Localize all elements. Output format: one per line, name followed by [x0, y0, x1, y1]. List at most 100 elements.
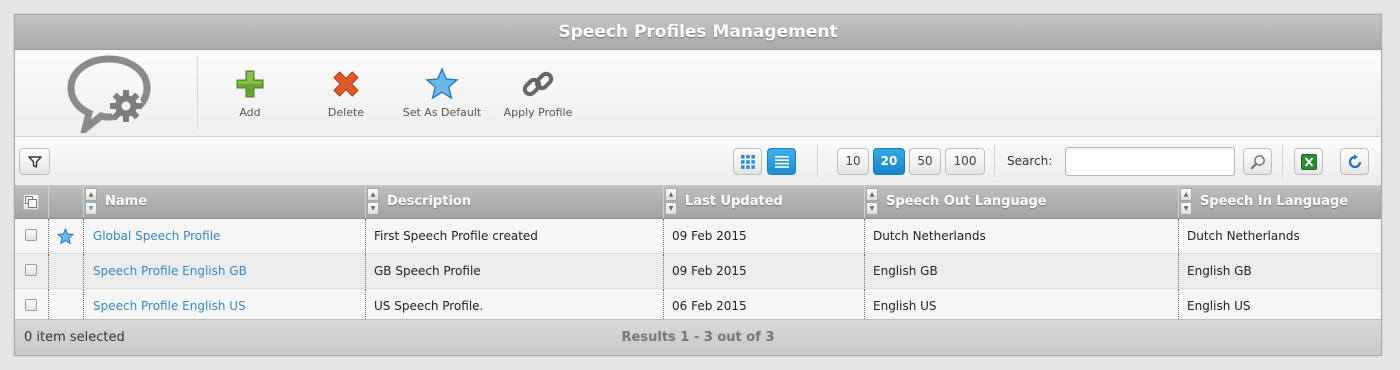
table-footer: 0 item selected Results 1 - 3 out of 3 [15, 319, 1381, 355]
select-all-button[interactable] [23, 194, 39, 210]
chain-link-icon [522, 71, 554, 97]
toolbar-divider [817, 145, 818, 177]
toolbar-divider [1282, 145, 1283, 177]
column-header-description[interactable]: Description [387, 186, 471, 218]
speech-out-sort-toggle[interactable]: ▲ ▼ [866, 188, 878, 216]
column-divider [83, 219, 84, 253]
grid-toolbar: 10 20 50 100 Search: [15, 137, 1381, 186]
column-header-speech-out-language[interactable]: Speech Out Language [886, 186, 1047, 218]
profile-name-link[interactable]: Speech Profile English GB [93, 254, 247, 288]
column-divider [864, 254, 865, 288]
delete-icon [333, 71, 359, 97]
column-header-name[interactable]: Name [105, 186, 147, 218]
refresh-icon [1348, 154, 1361, 168]
delete-button[interactable]: Delete [296, 66, 396, 119]
speech-out-cell: Dutch Netherlands [873, 229, 986, 243]
column-divider [48, 289, 49, 323]
sort-asc-icon: ▲ [866, 188, 878, 201]
page-size-50[interactable]: 50 [909, 148, 941, 175]
star-icon [425, 67, 459, 100]
column-divider [1178, 254, 1179, 288]
search-button[interactable] [1243, 148, 1272, 175]
page-size-100[interactable]: 100 [945, 148, 985, 175]
row-checkbox[interactable] [25, 229, 37, 241]
column-divider [663, 186, 664, 218]
results-summary: Results 1 - 3 out of 3 [621, 330, 775, 345]
panel-title: Speech Profiles Management [15, 15, 1381, 50]
page-size-20[interactable]: 20 [873, 148, 905, 175]
grid-view-button[interactable] [733, 148, 762, 175]
sort-desc-icon: ▼ [85, 202, 97, 215]
sort-desc-icon: ▼ [866, 202, 878, 215]
column-divider [365, 254, 366, 288]
apply-profile-label: Apply Profile [503, 106, 573, 119]
column-header-speech-in-language[interactable]: Speech In Language [1200, 186, 1348, 218]
filter-icon [27, 155, 42, 168]
column-divider [1178, 219, 1179, 253]
column-divider [663, 254, 664, 288]
magnifier-icon [1250, 154, 1265, 169]
profile-name-link[interactable]: Global Speech Profile [93, 219, 220, 253]
column-divider [83, 254, 84, 288]
grid-view-icon [740, 154, 755, 169]
column-divider [48, 219, 49, 253]
column-divider [83, 186, 84, 218]
add-icon [236, 70, 264, 98]
description-sort-toggle[interactable]: ▲ ▼ [367, 188, 379, 216]
apply-profile-button[interactable]: Apply Profile [488, 66, 588, 119]
refresh-button[interactable] [1340, 148, 1369, 175]
description-cell: US Speech Profile. [374, 299, 484, 313]
toolbar-divider [994, 145, 995, 177]
list-view-button[interactable] [767, 148, 796, 175]
toolbar-divider [197, 56, 198, 130]
page-size-10[interactable]: 10 [837, 148, 869, 175]
last-updated-sort-toggle[interactable]: ▲ ▼ [665, 188, 677, 216]
last-updated-cell: 09 Feb 2015 [672, 229, 747, 243]
search-input[interactable] [1065, 147, 1235, 176]
column-divider [1178, 289, 1179, 323]
table-row[interactable]: Speech Profile English GB GB Speech Prof… [15, 254, 1381, 289]
toolbar: Add Delete Set As Default Apply Profile [15, 50, 1381, 139]
table-header: ▲ ▼ Name ▲ ▼ Description ▲ ▼ Last Updated ▲… [15, 186, 1381, 219]
column-divider [48, 254, 49, 288]
column-divider [48, 186, 49, 218]
add-button-label: Add [239, 106, 261, 119]
sort-desc-icon: ▼ [367, 202, 379, 215]
column-divider [365, 219, 366, 253]
row-checkbox[interactable] [25, 299, 37, 311]
column-divider [1178, 186, 1179, 218]
column-divider [365, 289, 366, 323]
column-divider [83, 289, 84, 323]
table-row[interactable]: Global Speech Profile First Speech Profi… [15, 219, 1381, 254]
sort-asc-icon: ▲ [367, 188, 379, 201]
last-updated-cell: 06 Feb 2015 [672, 299, 747, 313]
speech-profiles-panel: Speech Profiles Management Add Delete Se… [14, 14, 1382, 356]
list-view-icon [774, 155, 789, 168]
default-star-icon [56, 227, 75, 245]
speech-bubble-gear-icon [65, 53, 155, 139]
description-cell: First Speech Profile created [374, 229, 538, 243]
speech-in-cell: English GB [1187, 264, 1252, 278]
speech-in-sort-toggle[interactable]: ▲ ▼ [1180, 188, 1192, 216]
speech-out-cell: English US [873, 299, 937, 313]
last-updated-cell: 09 Feb 2015 [672, 264, 747, 278]
set-as-default-button[interactable]: Set As Default [392, 66, 492, 119]
excel-icon [1300, 153, 1317, 170]
column-divider [864, 186, 865, 218]
search-label: Search: [1007, 154, 1053, 168]
column-header-last-updated[interactable]: Last Updated [685, 186, 783, 218]
profile-name-link[interactable]: Speech Profile English US [93, 289, 246, 323]
column-divider [663, 289, 664, 323]
column-divider [663, 219, 664, 253]
filter-button[interactable] [19, 148, 50, 175]
add-button[interactable]: Add [200, 66, 300, 119]
export-excel-button[interactable] [1294, 148, 1323, 175]
sort-desc-icon: ▼ [1180, 202, 1192, 215]
row-checkbox[interactable] [25, 264, 37, 276]
name-sort-toggle[interactable]: ▲ ▼ [85, 188, 97, 216]
table-body: Global Speech Profile First Speech Profi… [15, 219, 1381, 324]
description-cell: GB Speech Profile [374, 264, 481, 278]
sort-asc-icon: ▲ [665, 188, 677, 201]
column-divider [365, 186, 366, 218]
sort-asc-icon: ▲ [85, 188, 97, 201]
